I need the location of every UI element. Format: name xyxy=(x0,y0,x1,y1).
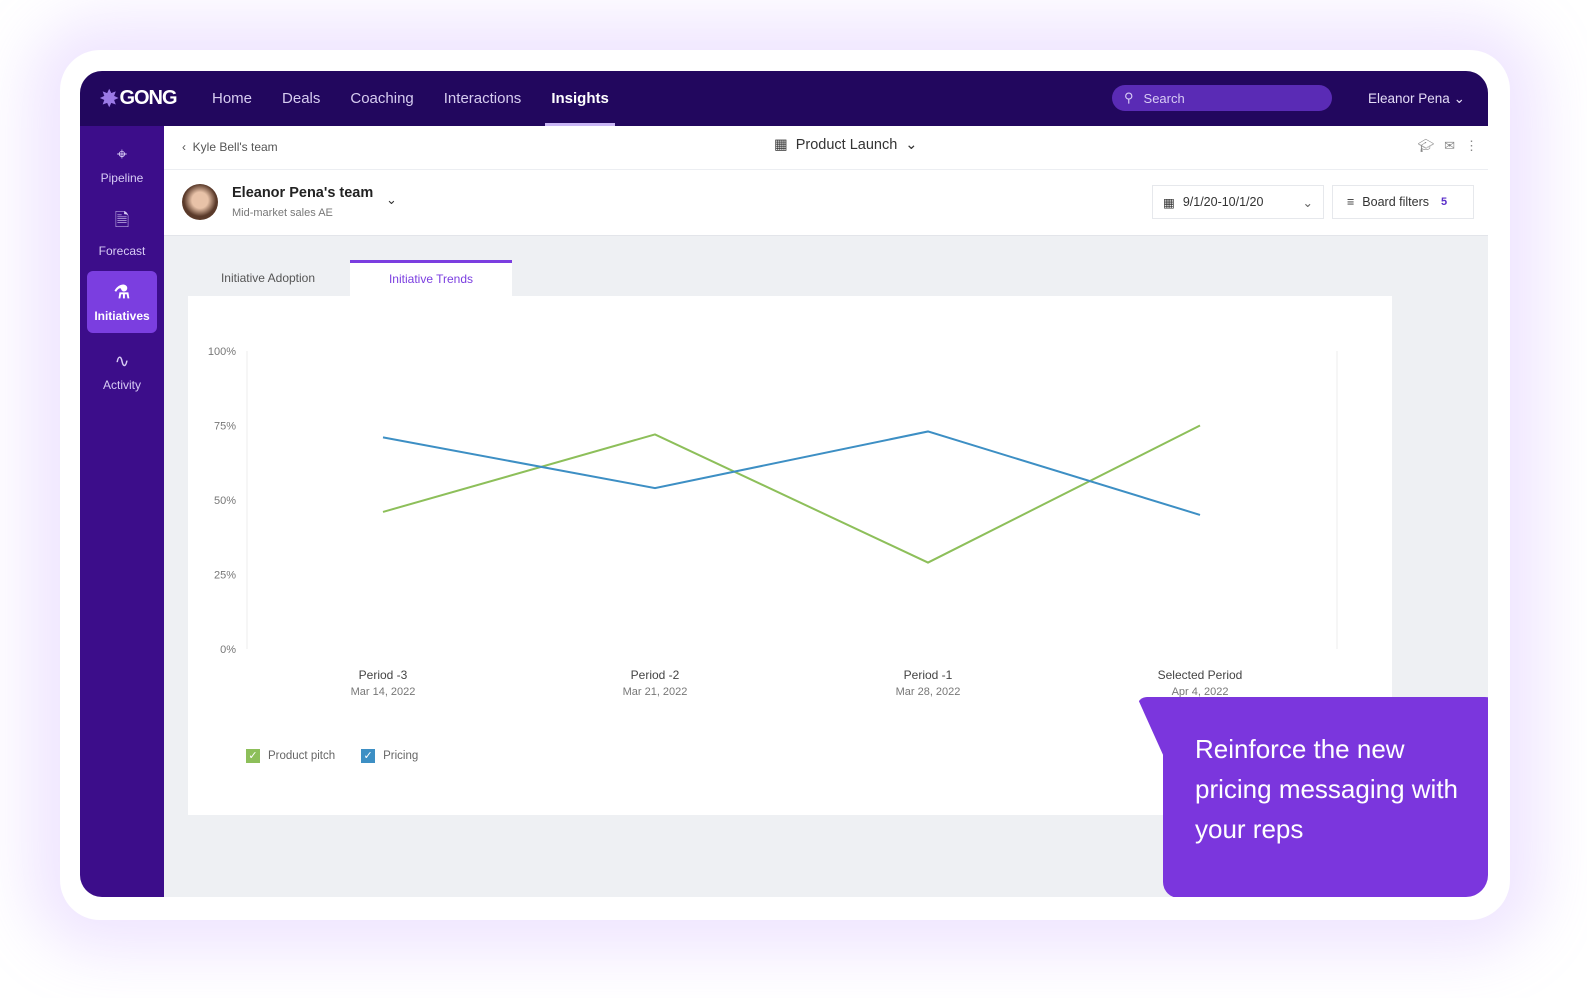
board-bar: ‹ Kyle Bell's team ▦ Product Launch ⌄ 🎓︎ ✉ ⋮ xyxy=(164,126,1488,170)
breadcrumb-back[interactable]: ‹ Kyle Bell's team xyxy=(182,140,278,154)
x-tick-date: Mar 14, 2022 xyxy=(351,686,416,698)
team-role: Mid-market sales AE xyxy=(232,207,333,219)
team-bar: Eleanor Pena's team Mid-market sales AE … xyxy=(164,170,1488,236)
y-tick-label: 25% xyxy=(214,570,236,582)
nav-insights[interactable]: Insights xyxy=(545,71,615,126)
sidebar-item-activity[interactable]: ∿ Activity xyxy=(87,340,157,402)
chart-card: 100% 75% 50% 25% 0% Period -3 Mar 14, 2022 Peri… xyxy=(188,296,1488,897)
sidebar-item-pipeline[interactable]: ⌖ Pipeline xyxy=(87,133,157,195)
gong-logo[interactable]: ✸ GONG xyxy=(100,86,212,112)
learn-icon[interactable]: 🎓︎ xyxy=(1418,138,1435,154)
board-selector[interactable]: ▦ Product Launch ⌄ xyxy=(774,137,917,153)
insight-callout: Reinforce the new pricing messaging with… xyxy=(1163,697,1488,897)
y-tick-label: 0% xyxy=(220,644,236,656)
board-filters-button[interactable]: ≡ Board filters 5 xyxy=(1332,185,1474,219)
legend-item[interactable]: ✓ Product pitch xyxy=(246,749,335,763)
sidebar: ⌖ Pipeline 🗎︎ Forecast ⚗︎ Initiatives ∿ Activit… xyxy=(80,126,164,897)
legend-item[interactable]: ✓ Pricing xyxy=(361,749,418,763)
board-icon: ▦ xyxy=(774,137,788,153)
forecast-doc-icon: 🗎︎ xyxy=(114,210,130,230)
filter-icon: ≡ xyxy=(1347,195,1355,209)
checkbox-checked-icon[interactable]: ✓ xyxy=(246,749,260,763)
flask-icon: ⚗︎ xyxy=(113,281,131,302)
mail-icon[interactable]: ✉ xyxy=(1444,138,1455,154)
tab-initiative-adoption[interactable]: Initiative Adoption xyxy=(188,260,348,296)
sidebar-item-label: Pipeline xyxy=(100,170,144,185)
filter-count-badge: 5 xyxy=(1441,196,1448,208)
series-line-product-pitch xyxy=(382,424,1201,564)
chart-legend: ✓ Product pitch ✓ Pricing xyxy=(246,749,418,763)
logo-star-icon: ✸ xyxy=(100,85,118,111)
x-tick-label: Period -1 xyxy=(904,668,953,682)
date-range-picker[interactable]: ▦ 9/1/20-10/1/20 ⌄ xyxy=(1152,185,1324,219)
sidebar-item-forecast[interactable]: 🗎︎ Forecast xyxy=(87,202,157,264)
chevron-down-icon: ⌄ xyxy=(905,137,918,153)
y-tick-label: 100% xyxy=(208,346,236,358)
checkbox-checked-icon[interactable]: ✓ xyxy=(361,749,376,763)
x-tick-label: Period -2 xyxy=(631,668,680,682)
team-chevron-icon[interactable]: ⌄ xyxy=(386,192,397,208)
x-tick-date: Mar 21, 2022 xyxy=(623,686,688,698)
more-icon[interactable]: ⋮ xyxy=(1465,138,1478,154)
sidebar-item-label: Forecast xyxy=(98,244,146,258)
team-name[interactable]: Eleanor Pena's team xyxy=(232,185,373,201)
sidebar-item-label: Initiatives xyxy=(94,308,150,323)
x-tick-date: Mar 28, 2022 xyxy=(896,686,961,698)
app-window: ✸ GONG Home Deals Coaching Interactions Insig… xyxy=(80,71,1488,897)
x-tick-label: Selected Period xyxy=(1158,668,1243,682)
chevron-down-icon: ⌄ xyxy=(1453,91,1465,106)
x-tick-label: Period -3 xyxy=(359,668,408,682)
sidebar-item-label: Activity xyxy=(102,377,141,392)
chevron-down-icon: ⌄ xyxy=(1302,195,1313,210)
avatar xyxy=(182,184,218,220)
sidebar-item-initiatives[interactable]: ⚗︎ Initiatives xyxy=(87,271,157,333)
main-nav: Home Deals Coaching Interactions Insights xyxy=(212,71,639,126)
user-menu[interactable]: Eleanor Pena ⌄ xyxy=(1368,71,1465,126)
top-nav: ✸ GONG Home Deals Coaching Interactions Insig… xyxy=(80,71,1488,126)
y-tick-label: 75% xyxy=(214,421,236,433)
nav-home[interactable]: Home xyxy=(212,71,252,126)
calendar-icon: ▦ xyxy=(1163,195,1175,210)
search-icon: ⚲ xyxy=(1124,90,1134,105)
series-line-pricing xyxy=(382,430,1201,516)
activity-icon: ∿ xyxy=(114,350,130,371)
tab-initiative-trends[interactable]: Initiative Trends xyxy=(350,260,512,296)
search-input[interactable]: ⚲ Search xyxy=(1112,85,1332,111)
nav-coaching[interactable]: Coaching xyxy=(350,71,413,126)
crosshair-icon: ⌖ xyxy=(116,143,128,164)
y-tick-label: 50% xyxy=(214,495,236,507)
nav-deals[interactable]: Deals xyxy=(282,71,320,126)
nav-interactions[interactable]: Interactions xyxy=(444,71,522,126)
